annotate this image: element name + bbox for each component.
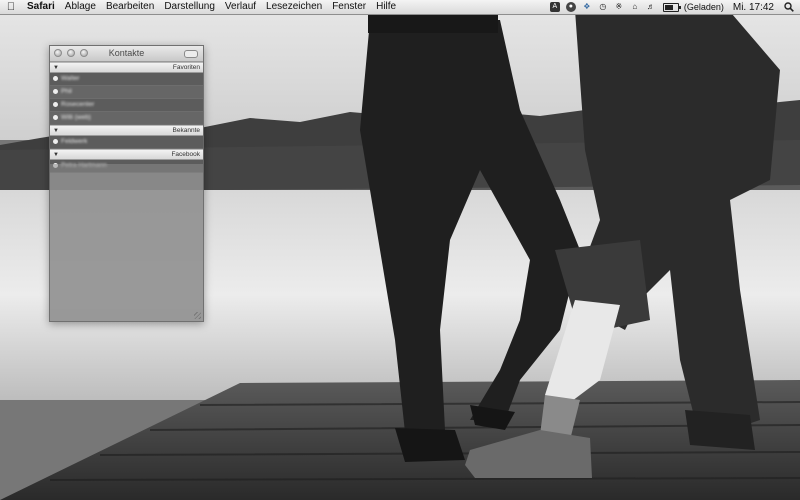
status-dot-icon <box>53 115 58 120</box>
battery-status[interactable]: (Geladen) <box>681 2 727 12</box>
dropbox-icon[interactable]: ● <box>565 2 576 12</box>
bluetooth-icon[interactable]: ※ <box>614 2 624 12</box>
apple-logo-icon[interactable]:  <box>0 0 22 14</box>
menu-verlauf[interactable]: Verlauf <box>220 0 261 14</box>
disclosure-triangle-icon[interactable]: ▼ <box>53 128 59 134</box>
contact-row[interactable]: Feldwerk <box>50 136 203 149</box>
contact-row[interactable]: Willi (web) <box>50 112 203 125</box>
menu-ablage[interactable]: Ablage <box>60 0 101 14</box>
group-label: Facebook <box>171 151 200 158</box>
group-header-favoriten[interactable]: ▼ Favoriten <box>50 62 203 73</box>
toolbar-toggle-button[interactable] <box>184 50 198 58</box>
contact-name: Rosecenter <box>61 101 95 108</box>
window-titlebar[interactable]: Kontakte <box>50 46 203 62</box>
time-machine-icon[interactable]: ◷ <box>598 2 608 12</box>
menu-darstellung[interactable]: Darstellung <box>159 0 220 14</box>
adium-icon[interactable]: A <box>549 2 560 12</box>
battery-icon[interactable] <box>662 2 681 12</box>
contacts-window: Kontakte ▼ Favoriten Walter Phil Rosecen… <box>49 45 204 322</box>
volume-icon[interactable]: ♬ <box>646 2 656 12</box>
contact-row[interactable]: Phil <box>50 86 203 99</box>
status-dot-icon <box>53 89 58 94</box>
menu-bar:  Safari Ablage Bearbeiten Darstellung V… <box>0 0 800 15</box>
menu-app-name[interactable]: Safari <box>22 0 60 14</box>
contact-name: Willi (web) <box>61 114 91 121</box>
disclosure-triangle-icon[interactable]: ▼ <box>53 65 59 71</box>
contact-name: Feldwerk <box>61 138 88 145</box>
contact-row[interactable]: Walter <box>50 73 203 86</box>
status-dot-icon <box>53 76 58 81</box>
contact-name: Phil <box>61 88 72 95</box>
menu-clock[interactable]: Mi. 17:42 <box>727 2 782 13</box>
growl-icon[interactable]: ❖ <box>582 2 592 12</box>
spotlight-search-icon[interactable] <box>782 0 796 14</box>
window-title: Kontakte <box>108 48 145 58</box>
status-dot-icon <box>53 102 58 107</box>
menu-bearbeiten[interactable]: Bearbeiten <box>101 0 159 14</box>
contact-row[interactable]: Rosecenter <box>50 99 203 112</box>
resize-grip-icon[interactable] <box>194 312 201 319</box>
disclosure-triangle-icon[interactable]: ▼ <box>53 152 59 158</box>
menu-extras: A ● ❖ ◷ ※ ⌂ ♬ (Geladen) Mi. 17:42 <box>547 0 800 14</box>
status-dot-icon <box>53 139 58 144</box>
contact-name: Walter <box>61 75 80 82</box>
group-label: Bekannte <box>172 127 200 134</box>
wifi-icon[interactable]: ⌂ <box>630 2 640 12</box>
group-label: Favoriten <box>172 64 200 71</box>
contact-list-empty-area <box>50 164 203 321</box>
menu-hilfe[interactable]: Hilfe <box>371 0 401 14</box>
group-header-facebook[interactable]: ▼ Facebook <box>50 149 203 160</box>
group-header-bekannte[interactable]: ▼ Bekannte <box>50 125 203 136</box>
menu-lesezeichen[interactable]: Lesezeichen <box>261 0 327 14</box>
menu-fenster[interactable]: Fenster <box>327 0 371 14</box>
